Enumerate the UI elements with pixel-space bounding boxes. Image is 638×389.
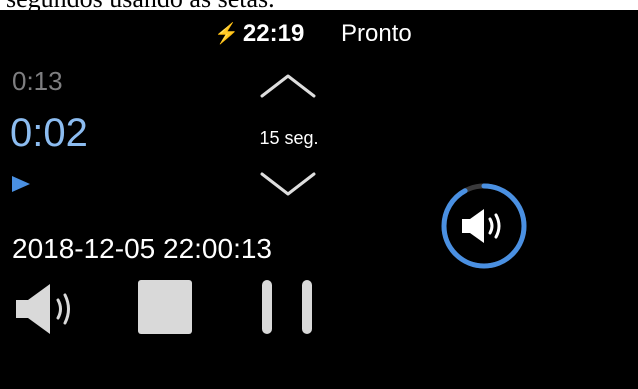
clock-time: 22:19: [242, 20, 305, 47]
done-button[interactable]: Pronto: [341, 20, 412, 48]
elapsed-small: 0:13: [12, 66, 63, 96]
charging-bolt-icon: ⚡: [214, 23, 239, 45]
pause-bar-left: [262, 280, 272, 334]
play-indicator-icon: [12, 176, 30, 192]
interval-label: 15 seg.: [259, 128, 319, 148]
speaker-icon[interactable]: [14, 282, 78, 336]
speaker-progress-button[interactable]: [440, 182, 528, 270]
pause-icon[interactable]: [262, 280, 318, 336]
recording-timestamp: 2018-12-05 22:00:13: [12, 233, 272, 264]
caption-text: segundos usando as setas.: [6, 0, 275, 10]
stop-icon[interactable]: [138, 280, 192, 334]
caption-clip: segundos usando as setas.: [0, 0, 638, 10]
chevron-up-icon[interactable]: [258, 70, 318, 100]
pause-bar-right: [302, 280, 312, 334]
elapsed-big: 0:02: [10, 111, 88, 155]
status-time: ⚡ 22:19: [214, 20, 304, 48]
speaker-icon: [462, 209, 501, 243]
chevron-down-icon[interactable]: [258, 170, 318, 200]
